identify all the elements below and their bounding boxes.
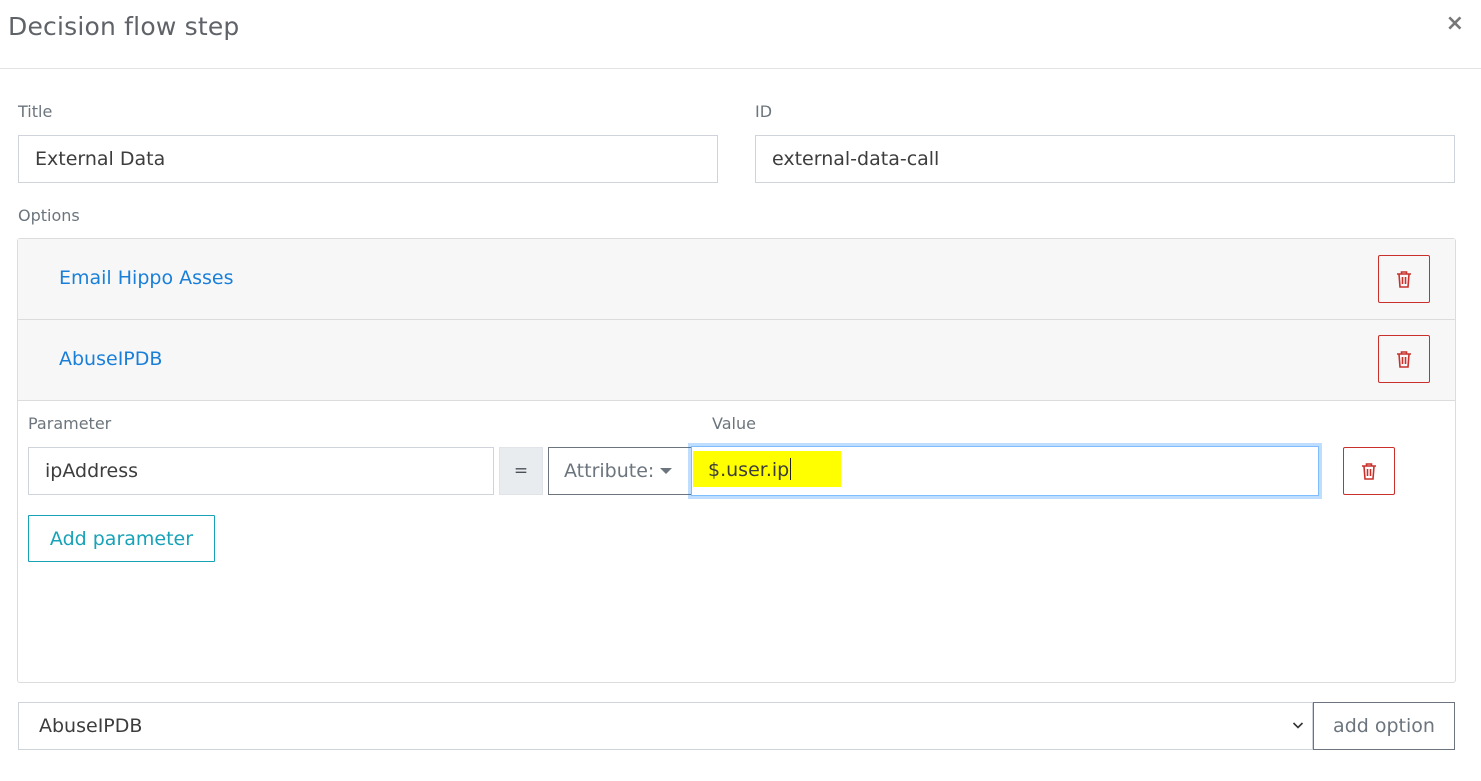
- parameter-value-text: $.user.ip: [708, 458, 792, 481]
- option-row-email-hippo: Email Hippo Asses: [18, 239, 1455, 320]
- add-option-button[interactable]: add option: [1313, 702, 1455, 750]
- equals-operator: =: [499, 447, 543, 495]
- modal-title: Decision flow step: [8, 12, 240, 41]
- option-select[interactable]: AbuseIPDB: [18, 702, 1313, 750]
- trash-icon: [1397, 351, 1411, 368]
- trash-icon: [1362, 463, 1376, 480]
- options-label: Options: [18, 206, 80, 225]
- delete-option-button[interactable]: [1378, 255, 1430, 303]
- value-label: Value: [712, 414, 756, 433]
- parameter-value-input[interactable]: $.user.ip: [691, 446, 1319, 496]
- delete-option-button[interactable]: [1378, 335, 1430, 383]
- parameter-value: $.user.ip: [708, 459, 790, 481]
- delete-parameter-button[interactable]: [1343, 447, 1395, 495]
- text-cursor: [790, 458, 792, 480]
- id-input-value: external-data-call: [772, 148, 940, 170]
- header-divider: [0, 68, 1481, 69]
- parameter-name-value: ipAddress: [45, 460, 139, 482]
- trash-icon: [1397, 271, 1411, 288]
- parameter-label: Parameter: [28, 414, 112, 433]
- chevron-down-icon: [1292, 722, 1304, 729]
- id-input[interactable]: external-data-call: [755, 135, 1455, 183]
- add-parameter-button[interactable]: Add parameter: [28, 515, 215, 562]
- caret-down-icon: [660, 468, 673, 474]
- id-label: ID: [755, 102, 773, 121]
- option-link-email-hippo[interactable]: Email Hippo Asses: [59, 267, 234, 289]
- title-input-value: External Data: [35, 148, 166, 170]
- title-input[interactable]: External Data: [18, 135, 718, 183]
- option-link-abuseipdb[interactable]: AbuseIPDB: [59, 348, 162, 370]
- title-label: Title: [18, 102, 53, 121]
- value-type-label: Attribute:: [564, 460, 655, 482]
- value-type-dropdown[interactable]: Attribute:: [548, 447, 693, 495]
- close-icon[interactable]: ×: [1446, 13, 1464, 35]
- parameter-name-input[interactable]: ipAddress: [28, 447, 494, 495]
- option-row-abuseipdb: AbuseIPDB: [18, 320, 1455, 401]
- option-select-value: AbuseIPDB: [39, 715, 143, 737]
- equals-operator-label: =: [513, 461, 529, 481]
